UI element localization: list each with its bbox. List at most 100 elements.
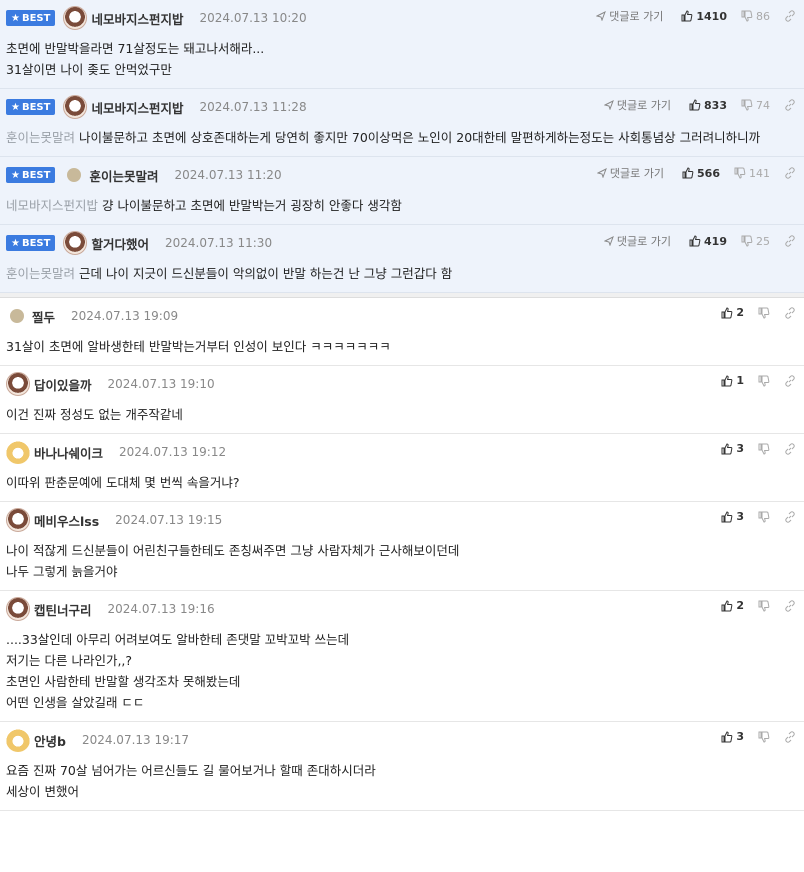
dislike-button[interactable]	[758, 600, 770, 612]
mention[interactable]: 훈이는못말려	[6, 266, 75, 281]
thumbs-down-icon	[741, 99, 753, 111]
like-count: 3	[736, 442, 744, 455]
best-badge: ★ BEST	[6, 167, 56, 183]
dislike-count: 141	[749, 166, 770, 180]
go-to-reply-button[interactable]: 댓글로 가기	[603, 233, 671, 249]
dislike-button[interactable]: 86	[741, 10, 770, 23]
nickname[interactable]: 답이있을까	[34, 375, 92, 394]
comment-date: 2024.07.13 19:16	[107, 602, 215, 616]
like-button[interactable]: 833	[689, 99, 727, 112]
best-label: BEST	[21, 101, 51, 113]
like-button[interactable]: 566	[682, 167, 720, 180]
avatar[interactable]	[6, 728, 30, 752]
dislike-button[interactable]	[758, 443, 770, 455]
nickname[interactable]: 찔두	[32, 307, 55, 326]
go-to-reply-label: 댓글로 가기	[616, 99, 672, 112]
like-button[interactable]: 2	[721, 599, 744, 612]
like-count: 2	[736, 306, 744, 319]
like-button[interactable]: 2	[721, 306, 744, 319]
avatar[interactable]	[63, 231, 88, 255]
best-badge: ★ BEST	[6, 10, 56, 26]
dislike-count: 74	[756, 98, 770, 112]
avatar[interactable]	[6, 440, 30, 464]
nickname[interactable]: 캡틴너구리	[34, 600, 92, 619]
go-to-reply-button[interactable]: 댓글로 가기	[596, 8, 663, 24]
link-button[interactable]	[784, 10, 796, 22]
comment-text: 이건 진짜 정성도 없는 개주작같네	[6, 407, 183, 422]
like-count: 1	[736, 374, 744, 387]
avatar[interactable]	[63, 6, 88, 30]
dislike-button[interactable]: 25	[741, 235, 770, 248]
nickname[interactable]: 메비우스lss	[34, 511, 99, 530]
comment: 답이있을까 2024.07.13 19:10 1 이건 진짜 정성도 없는 개주…	[0, 366, 804, 434]
comment: 메비우스lss 2024.07.13 19:15 3 나이 적잖게 드신분들이 …	[0, 502, 804, 591]
avatar[interactable]	[6, 597, 30, 621]
link-icon	[785, 10, 795, 22]
comment-body: 초면에 반말박을라면 71살정도는 돼고나서해라... 31살이면 나이 좆도 …	[6, 38, 798, 80]
dislike-button[interactable]	[758, 307, 770, 319]
nickname[interactable]: 네모바지스펀지밥	[91, 9, 183, 28]
nickname[interactable]: 바나나쉐이크	[34, 443, 103, 462]
comment-date: 2024.07.13 11:28	[199, 100, 307, 114]
like-button[interactable]: 3	[721, 730, 744, 743]
link-button[interactable]	[784, 599, 796, 612]
mention[interactable]: 네모바지스펀지밥	[6, 198, 98, 213]
dislike-button[interactable]	[758, 511, 770, 523]
link-icon	[785, 167, 795, 179]
thumbs-down-icon	[758, 443, 770, 455]
avatar[interactable]	[10, 309, 24, 323]
go-to-reply-button[interactable]: 댓글로 가기	[596, 165, 664, 181]
comment-text: 근데 나이 지긋이 드신분들이 악의없이 반말 하는건 난 그냥 그런갑다 함	[79, 266, 453, 281]
thumbs-down-icon	[758, 375, 770, 387]
link-button[interactable]	[784, 442, 796, 455]
nickname[interactable]: 할거다했어	[91, 234, 149, 253]
thumbs-up-icon	[681, 10, 693, 22]
link-button[interactable]	[784, 99, 796, 111]
comment-date: 2024.07.13 19:15	[115, 513, 223, 527]
link-button[interactable]	[784, 167, 796, 179]
thumbs-up-icon	[689, 235, 701, 247]
link-button[interactable]	[784, 374, 796, 387]
thumbs-up-icon	[721, 510, 733, 522]
comment: 캡틴너구리 2024.07.13 19:16 2 ....33살인데 아무리 어…	[0, 591, 804, 722]
thumbs-down-icon	[758, 731, 770, 743]
star-icon: ★	[11, 169, 20, 181]
best-badge: ★ BEST	[6, 99, 56, 115]
star-icon: ★	[11, 237, 20, 249]
best-label: BEST	[21, 169, 51, 181]
avatar[interactable]	[6, 508, 30, 532]
avatar[interactable]	[63, 95, 88, 119]
nickname[interactable]: 훈이는못말려	[89, 166, 158, 185]
like-button[interactable]: 419	[689, 235, 727, 248]
link-button[interactable]	[784, 730, 796, 743]
go-to-reply-button[interactable]: 댓글로 가기	[603, 97, 672, 113]
link-button[interactable]	[784, 235, 796, 247]
dislike-button[interactable]	[758, 731, 770, 743]
star-icon: ★	[11, 12, 20, 24]
like-button[interactable]: 1410	[681, 10, 727, 23]
comment-date: 2024.07.13 19:09	[71, 309, 179, 323]
nickname[interactable]: 안녕b	[34, 731, 66, 750]
avatar[interactable]	[67, 168, 82, 182]
link-icon	[785, 99, 795, 111]
thumbs-down-icon	[734, 167, 746, 179]
nickname[interactable]: 네모바지스펀지밥	[91, 98, 183, 117]
best-comment: ★ BEST 훈이는못말려 2024.07.13 11:20 댓글로 가기 56…	[0, 157, 804, 225]
thumbs-up-icon	[721, 306, 733, 318]
like-button[interactable]: 1	[721, 374, 744, 387]
dislike-button[interactable]: 141	[734, 167, 770, 180]
thumbs-up-icon	[721, 730, 733, 742]
link-button[interactable]	[784, 306, 796, 319]
like-button[interactable]: 3	[721, 442, 744, 455]
avatar[interactable]	[6, 372, 30, 396]
mention[interactable]: 훈이는못말려	[6, 130, 75, 145]
dislike-button[interactable]	[758, 375, 770, 387]
like-button[interactable]: 3	[721, 510, 744, 523]
like-count: 419	[704, 234, 727, 248]
best-comment: ★ BEST 할거다했어 2024.07.13 11:30 댓글로 가기 419…	[0, 225, 804, 293]
link-button[interactable]	[784, 510, 796, 523]
dislike-button[interactable]: 74	[741, 99, 770, 112]
best-label: BEST	[21, 12, 51, 24]
comment-text: 요즘 진짜 70살 넘어가는 어르신들도 길 물어보거나 할때 존대하시더라 세…	[6, 763, 376, 799]
thumbs-down-icon	[741, 10, 753, 22]
